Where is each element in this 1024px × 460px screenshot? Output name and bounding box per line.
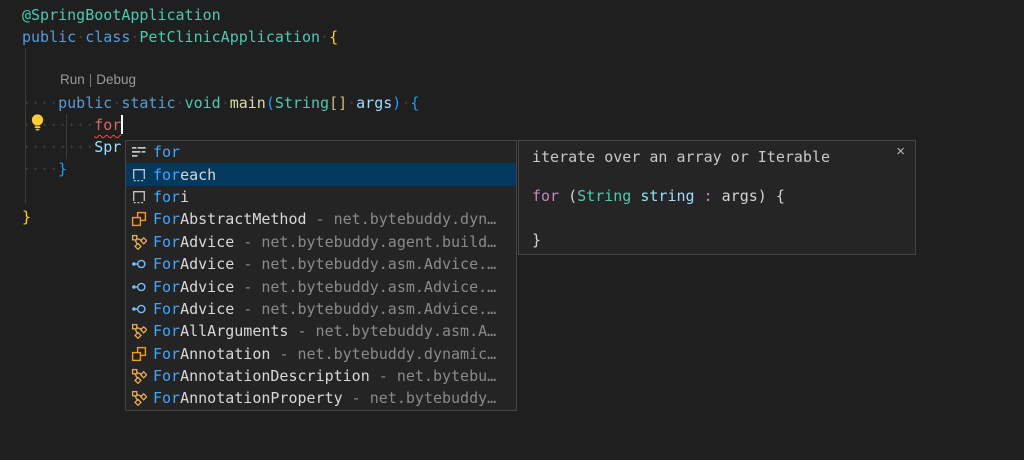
struct-icon — [131, 234, 147, 250]
struct-icon — [131, 390, 147, 406]
snippet-icon — [131, 167, 147, 183]
suggestion-item[interactable]: ForAbstractMethod - net.bytebuddy.dyn… — [126, 208, 516, 230]
suggestion-item[interactable]: ForAdvice - net.bytebuddy.asm.Advice.… — [126, 298, 516, 320]
suggestion-label: ForAnnotationProperty - net.bytebuddy… — [153, 389, 496, 407]
code-line: } — [22, 207, 31, 227]
lightbulb-icon[interactable] — [27, 112, 48, 133]
code-line: ····public·static·void·main(String[]·arg… — [22, 93, 419, 113]
suggestion-item[interactable]: for — [126, 141, 516, 163]
class-icon — [131, 346, 147, 362]
suggestion-item[interactable]: ForAdvice - net.bytebuddy.asm.Advice.… — [126, 275, 516, 297]
suggestion-label: ForAdvice - net.bytebuddy.agent.build… — [153, 233, 496, 251]
code-line: @SpringBootApplication — [22, 5, 221, 25]
interface-icon — [131, 256, 147, 272]
suggestion-item[interactable]: ForAnnotationProperty - net.bytebuddy… — [126, 387, 516, 409]
codelens-separator: | — [85, 72, 97, 87]
code-line: ····} — [22, 159, 67, 179]
struct-icon — [131, 323, 147, 339]
code-line: public·class·PetClinicApplication·{ — [22, 27, 338, 47]
suggestion-item[interactable]: foreach — [126, 163, 516, 185]
suggestion-item[interactable]: ForAdvice - net.bytebuddy.agent.build… — [126, 231, 516, 253]
suggestion-label: ForAnnotationDescription - net.bytebu… — [153, 367, 496, 385]
codelens: Run|Debug — [60, 72, 136, 87]
suggestion-label: ForAbstractMethod - net.bytebuddy.dyn… — [153, 210, 496, 228]
codelens-debug-link[interactable]: Debug — [96, 72, 136, 87]
autocomplete-popup: for foreach fori ForAbstractMethod - net.by… — [125, 140, 517, 411]
suggestion-label: foreach — [153, 166, 216, 184]
close-icon[interactable]: × — [896, 144, 905, 160]
suggestion-item[interactable]: fori — [126, 186, 516, 208]
docs-code-line: for (String string : args) { — [532, 186, 785, 206]
suggestion-item[interactable]: ForAnnotationDescription - net.bytebu… — [126, 365, 516, 387]
suggestion-label: ForAdvice - net.bytebuddy.asm.Advice.… — [153, 300, 496, 318]
class-icon — [131, 211, 147, 227]
keyword-icon — [131, 144, 147, 160]
suggestion-label: ForAdvice - net.bytebuddy.asm.Advice.… — [153, 278, 496, 296]
snippet-icon — [131, 189, 147, 205]
codelens-run-link[interactable]: Run — [60, 72, 85, 87]
suggestion-item[interactable]: ForAllArguments - net.bytebuddy.asm.A… — [126, 320, 516, 342]
suggestion-label: fori — [153, 188, 189, 206]
suggestion-description: iterate over an array or Iterable — [532, 147, 830, 167]
text-cursor — [121, 115, 123, 134]
vscode-editor-window: @SpringBootApplicationpublic·class·PetCl… — [0, 0, 1024, 460]
interface-icon — [131, 279, 147, 295]
suggest-list: for foreach fori ForAbstractMethod - net.by… — [126, 141, 516, 410]
suggestion-label: ForAllArguments - net.bytebuddy.asm.A… — [153, 322, 496, 340]
suggestion-label: ForAnnotation - net.bytebuddy.dynamic… — [153, 345, 496, 363]
docs-code-line: } — [532, 230, 541, 250]
suggestion-item[interactable]: ForAnnotation - net.bytebuddy.dynamic… — [126, 343, 516, 365]
suggestion-docs-panel: iterate over an array or Iterable × for … — [518, 140, 916, 255]
code-line: ········Spr — [22, 137, 121, 157]
suggestion-item[interactable]: ForAdvice - net.bytebuddy.asm.Advice.… — [126, 253, 516, 275]
interface-icon — [131, 301, 147, 317]
suggestion-label: for — [153, 143, 180, 161]
struct-icon — [131, 368, 147, 384]
suggestion-label: ForAdvice - net.bytebuddy.asm.Advice.… — [153, 255, 496, 273]
